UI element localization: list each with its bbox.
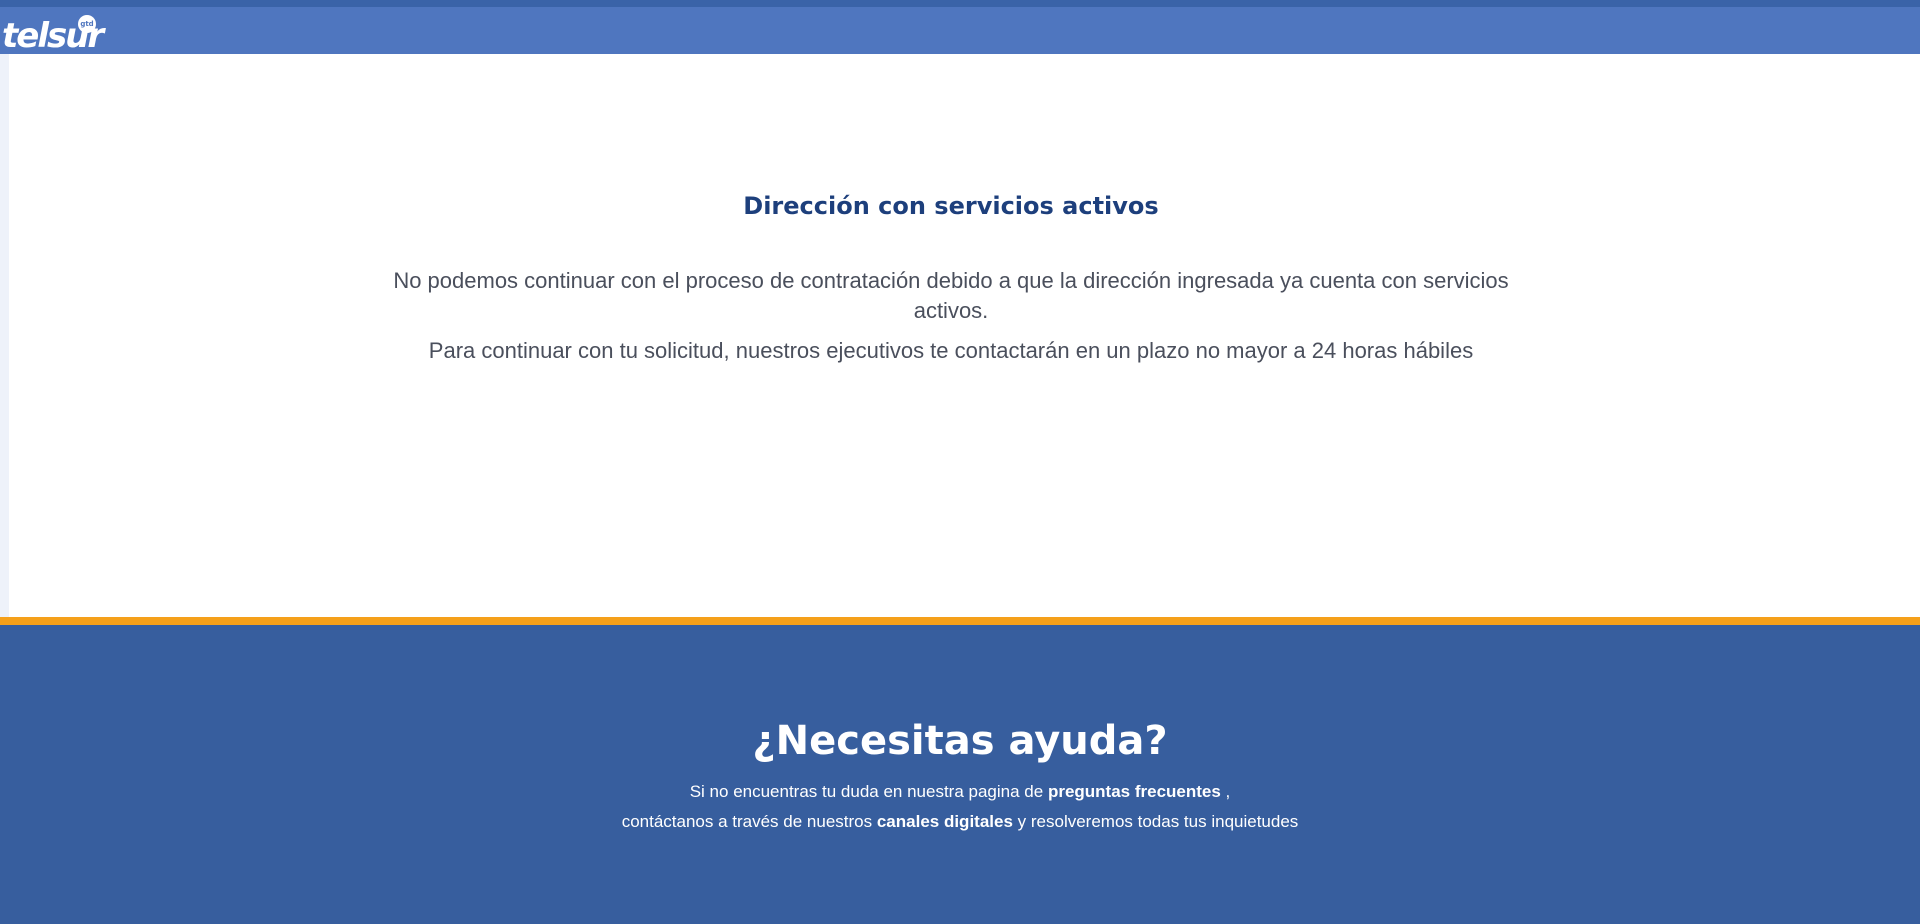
help-line-1-suffix: , xyxy=(1220,782,1231,801)
message-paragraph-1: No podemos continuar con el proceso de c… xyxy=(393,268,1509,323)
help-text: Si no encuentras tu duda en nuestra pagi… xyxy=(0,777,1920,837)
logo-badge: gtd xyxy=(78,15,96,33)
help-line-2-suffix: y resolveremos todas tus inquietudes xyxy=(1012,812,1299,831)
message-paragraph-2: Para continuar con tu solicitud, nuestro… xyxy=(428,338,1474,363)
digital-channels-link[interactable]: canales digitales xyxy=(877,812,1013,831)
accent-divider xyxy=(0,617,1920,625)
top-navbar: telsur gtd xyxy=(0,0,1920,54)
help-line-1-prefix: Si no encuentras tu duda en nuestra pagi… xyxy=(689,782,1048,801)
help-title: ¿Necesitas ayuda? xyxy=(752,718,1168,764)
help-line-2: contáctanos a través de nuestros canales… xyxy=(0,807,1920,837)
page: telsur gtd Dirección con servicios activ… xyxy=(0,0,1920,924)
faq-link[interactable]: preguntas frecuentes xyxy=(1048,782,1221,801)
help-line-2-prefix: contáctanos a través de nuestros xyxy=(621,812,877,831)
message-title: Dirección con servicios activos xyxy=(743,192,1159,220)
help-footer: ¿Necesitas ayuda? Si no encuentras tu du… xyxy=(0,625,1920,924)
message-body: No podemos continuar con el proceso de c… xyxy=(371,266,1531,376)
help-line-1: Si no encuentras tu duda en nuestra pagi… xyxy=(0,777,1920,807)
